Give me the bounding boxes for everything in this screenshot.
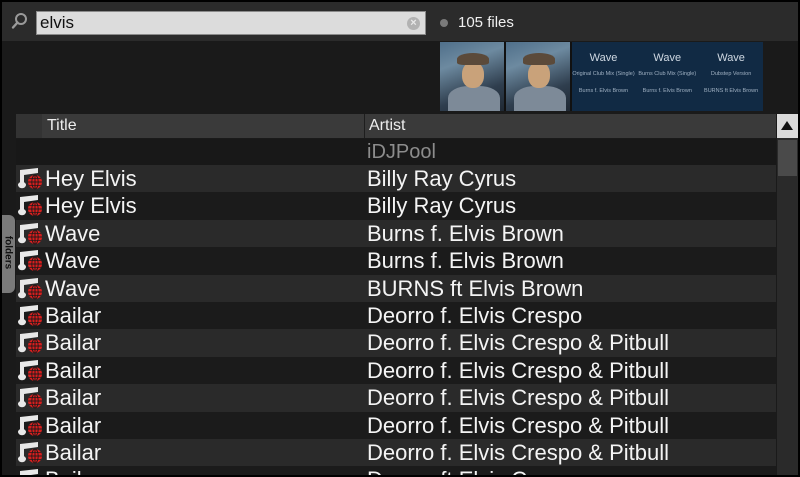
track-rows: Hey Elvis Billy Ray Cyrus Hey Elvis Billy R… bbox=[16, 165, 776, 475]
track-artist: Deorro f. Elvis Crespo & Pitbull bbox=[367, 330, 669, 356]
scroll-up-arrow-icon bbox=[781, 121, 793, 130]
browser-window: × 105 files Wave Original Club Mix (Sing… bbox=[0, 0, 800, 477]
cover-tile[interactable]: Wave Dubstep Version BURNS ft Elvis Brow… bbox=[699, 42, 763, 111]
track-artist: Deorro f. Elvis Crespo & Pitbull bbox=[367, 385, 669, 411]
track-title: Wave bbox=[45, 220, 101, 246]
cover-tile[interactable]: Wave Burns Club Mix (Single) Burns f. El… bbox=[635, 42, 700, 111]
search-bar: × 105 files bbox=[2, 2, 798, 41]
search-field[interactable]: × bbox=[36, 11, 426, 35]
track-title: Wave bbox=[45, 248, 101, 274]
track-artist: Deorro f. Elvis Crespo bbox=[367, 302, 583, 328]
vertical-scrollbar[interactable] bbox=[777, 114, 798, 475]
cover-artist: Burns f. Elvis Brown bbox=[642, 88, 692, 94]
track-title: Hey Elvis bbox=[45, 193, 137, 219]
cover-figure bbox=[513, 86, 566, 111]
scroll-thumb[interactable] bbox=[778, 140, 797, 176]
music-note-globe-icon bbox=[18, 304, 42, 327]
track-artist: Deorro f. Elvis Crespo & Pitbull bbox=[367, 412, 669, 438]
icon-column-header[interactable] bbox=[16, 114, 42, 138]
music-note-globe-icon bbox=[18, 250, 42, 272]
track-artist: Billy Ray Cyrus bbox=[367, 193, 517, 219]
track-artist: BURNS ft Elvis Brown bbox=[367, 275, 584, 301]
folders-tab[interactable]: folders bbox=[2, 215, 15, 293]
cover-figure bbox=[527, 62, 550, 88]
track-title: Bailar bbox=[45, 385, 102, 411]
track-row[interactable]: Bailar Deorro f. Elvis Crespo & Pitbull bbox=[16, 384, 776, 412]
track-row[interactable]: Bailar Deorro f. Elvis Crespo bbox=[16, 301, 776, 330]
music-note-globe-icon bbox=[18, 414, 42, 436]
column-header-title[interactable]: Title bbox=[47, 117, 77, 135]
track-row[interactable]: Bailar Deorro f. Elvis Crespo & Pitbull bbox=[16, 411, 776, 439]
music-note-globe-icon bbox=[18, 168, 42, 190]
music-note-globe-icon bbox=[18, 332, 42, 354]
track-row[interactable]: Bailar Deorro f. Elvis Crespo & Pitbull bbox=[16, 329, 776, 357]
track-row[interactable]: Hey Elvis Billy Ray Cyrus bbox=[16, 192, 776, 220]
cover-subtitle: Original Club Mix (Single) bbox=[572, 71, 635, 77]
music-note-globe-icon bbox=[18, 441, 42, 464]
track-artist: Billy Ray Cyrus bbox=[367, 166, 517, 191]
cover-tile[interactable]: Wave Original Club Mix (Single) Burns f.… bbox=[571, 42, 636, 111]
track-row[interactable]: Wave BURNS ft Elvis Brown bbox=[16, 274, 776, 302]
cover-title: Wave bbox=[717, 52, 745, 64]
track-title: Bailar bbox=[45, 302, 102, 328]
status-dot-icon bbox=[440, 19, 448, 27]
file-list: Title Artist iDJPool Hey Elvis Billy Ray … bbox=[16, 114, 776, 475]
cover-figure bbox=[457, 53, 489, 65]
music-note-globe-icon bbox=[18, 277, 42, 300]
track-row[interactable]: Wave Burns f. Elvis Brown bbox=[16, 219, 776, 248]
column-header-artist[interactable]: Artist bbox=[369, 117, 405, 135]
track-title: Bailar bbox=[45, 467, 101, 475]
album-cover-thumb[interactable] bbox=[440, 42, 506, 111]
group-label: iDJPool bbox=[367, 141, 436, 163]
scroll-up-button[interactable] bbox=[777, 114, 798, 138]
cover-title: Wave bbox=[589, 52, 618, 64]
cover-figure bbox=[522, 53, 555, 65]
music-note-globe-icon bbox=[18, 387, 42, 409]
track-artist: Deorro f. Elvis Crespo & Pitbull bbox=[367, 357, 669, 383]
track-artist: Deorro f. Elvis Crespo & Pitbull bbox=[367, 439, 669, 465]
track-row[interactable]: Bailar Deorro f. Elvis Crespo & Pitbull bbox=[16, 438, 776, 467]
cover-artist: BURNS ft Elvis Brown bbox=[704, 88, 759, 94]
music-note-globe-icon bbox=[18, 195, 42, 217]
track-artist: Burns f. Elvis Brown bbox=[367, 248, 564, 274]
column-header-row: Title Artist bbox=[16, 114, 776, 139]
track-artist: Deorro ft Elvis Crespo bbox=[367, 467, 582, 475]
track-title: Bailar bbox=[45, 357, 102, 383]
cover-strip: Wave Original Club Mix (Single) Burns f.… bbox=[440, 42, 763, 111]
music-note-globe-icon bbox=[20, 469, 38, 475]
cover-title: Wave bbox=[653, 52, 682, 64]
search-input[interactable] bbox=[40, 13, 400, 33]
cover-subtitle: Burns Club Mix (Single) bbox=[638, 71, 697, 77]
track-row[interactable]: Bailar Deorro f. Elvis Crespo & Pitbull bbox=[16, 356, 776, 385]
cover-figure bbox=[448, 86, 500, 111]
column-divider[interactable] bbox=[364, 114, 365, 138]
music-note-globe-icon bbox=[18, 359, 42, 382]
folders-tab-label: folders bbox=[2, 235, 14, 270]
file-count: 105 files bbox=[458, 14, 514, 31]
track-row[interactable]: Wave Burns f. Elvis Brown bbox=[16, 247, 776, 275]
cover-figure bbox=[462, 62, 484, 88]
track-row[interactable]: Hey Elvis Billy Ray Cyrus bbox=[16, 165, 776, 193]
clear-icon[interactable]: × bbox=[407, 17, 420, 30]
track-row[interactable]: Bailar Deorro ft Elvis Crespo bbox=[16, 466, 776, 475]
track-title: Wave bbox=[45, 275, 101, 301]
group-row[interactable]: iDJPool bbox=[16, 139, 776, 165]
music-note-globe-icon bbox=[18, 222, 42, 245]
track-artist: Burns f. Elvis Brown bbox=[367, 220, 564, 246]
track-title: Bailar bbox=[45, 330, 102, 356]
track-title: Bailar bbox=[45, 439, 102, 465]
track-title: Hey Elvis bbox=[45, 166, 137, 191]
cover-subtitle: Dubstep Version bbox=[710, 71, 752, 77]
track-title: Bailar bbox=[45, 412, 102, 438]
cover-artist: Burns f. Elvis Brown bbox=[578, 88, 629, 94]
search-icon[interactable] bbox=[11, 12, 29, 30]
album-cover-thumb[interactable] bbox=[505, 42, 572, 111]
